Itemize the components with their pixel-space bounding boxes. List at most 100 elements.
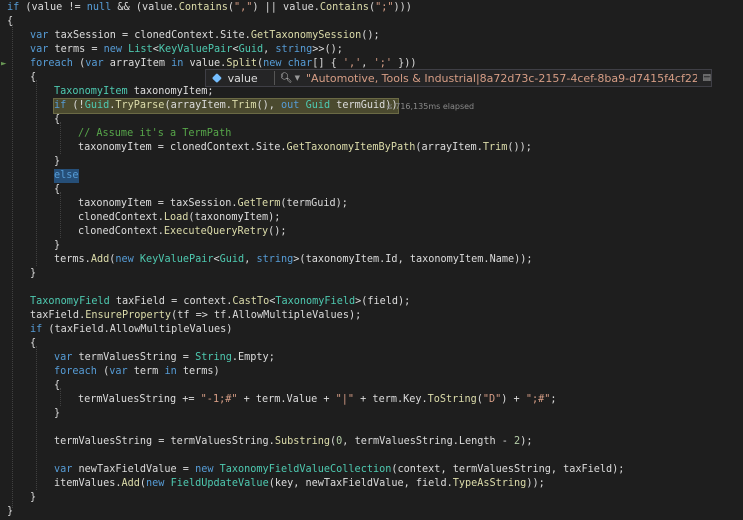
code-token: KeyValuePair [158,44,233,55]
code-text: var newTaxFieldValue = new TaxonomyField… [54,463,624,477]
code-line[interactable]: TaxonomyField taxField = context.CastTo<… [0,295,743,309]
code-token: newTaxFieldValue = [72,464,196,475]
code-line[interactable]: if (taxField.AllowMultipleValues) [0,323,743,337]
code-line[interactable]: clonedContext.ExecuteQueryRetry(); [0,225,743,239]
code-token: new [115,254,134,265]
code-token: , [361,58,374,69]
code-text: var termValuesString = String.Empty; [54,351,275,365]
code-line[interactable]: } [0,155,743,169]
code-line[interactable]: taxonomyItem = taxSession.GetTerm(termGu… [0,197,743,211]
code-token: { [54,114,61,125]
code-token: Add [90,254,110,265]
code-line[interactable]: if (value != null && (value.Contains(","… [0,1,743,15]
code-token: if [30,324,43,335]
code-token: String [195,352,232,363]
code-text: var taxSession = clonedContext.Site.GetT… [30,29,380,43]
code-line[interactable]: { [0,183,743,197]
code-token: Guid [305,100,331,111]
code-line[interactable]: var terms = new List<KeyValuePair<Guid, … [0,43,743,57]
code-token: } [54,408,61,419]
code-token: GetTaxonomyItemByPath [286,142,416,153]
code-line[interactable]: } [0,491,743,505]
debugger-datatip[interactable]: value 🔍︎ ▼ "Automotive, Tools & Industri… [205,69,712,87]
code-token: } [54,156,61,167]
code-text: itemValues.Add(new FieldUpdateValue(key,… [54,477,545,491]
code-token: && (value. [111,2,179,13]
code-token: if [7,2,20,13]
code-token: new [103,44,123,55]
code-token: ( [96,366,110,377]
code-token: ',' [342,58,362,69]
code-token: } [30,492,37,503]
code-token: + term.Key. [354,394,428,405]
code-line[interactable]: { [0,15,743,29]
code-token: })) [391,58,417,69]
code-token: var [30,30,49,41]
code-token: KeyValuePair [139,254,214,265]
code-text: } [54,239,60,253]
code-text: taxonomyItem = clonedContext.Site.GetTax… [78,141,532,155]
code-line[interactable]: termValuesString = termValuesString.Subs… [0,435,743,449]
code-line[interactable]: if (!Guid.TryParse(arrayItem.Trim(), out… [0,98,743,114]
code-line[interactable]: TaxonomyItem taxonomyItem; [0,85,743,99]
code-token: Substring [274,436,331,447]
code-token: .Empty; [231,352,275,363]
code-token: (); [361,30,380,41]
code-text: } [30,491,36,505]
code-token: (tf => tf.AllowMultipleValues); [171,310,362,321]
code-token: // Assume it's a TermPath [78,128,232,139]
code-token: ; [550,394,557,405]
code-line[interactable]: { [0,379,743,393]
magnifier-icon[interactable]: 🔍︎ [280,73,293,84]
code-line[interactable]: { [0,113,743,127]
code-line[interactable]: foreach (var term in terms) [0,365,743,379]
code-line[interactable]: var newTaxFieldValue = new TaxonomyField… [0,463,743,477]
chevron-down-icon[interactable]: ▼ [295,74,300,82]
code-token: value. [183,58,227,69]
code-line[interactable]: // Assume it's a TermPath [0,127,743,141]
code-line[interactable]: } [0,505,743,519]
code-text: if (taxField.AllowMultipleValues) [30,323,232,337]
code-text: if (value != null && (value.Contains(","… [7,1,412,15]
code-token: null [86,2,112,13]
code-token: new [263,58,282,69]
pin-icon[interactable]: ▤ [703,73,712,83]
code-token: EnsureProperty [85,310,172,321]
code-line[interactable]: taxField.EnsureProperty(tf => tf.AllowMu… [0,309,743,323]
code-token: (); [268,226,287,237]
code-token: taxonomyItem = clonedContext.Site. [78,142,287,153]
code-token: ); [520,436,533,447]
code-line[interactable]: { [0,337,743,351]
code-token: in [171,58,184,69]
code-text: termValuesString = termValuesString.Subs… [54,435,532,449]
code-text: taxonomyItem = taxSession.GetTerm(termGu… [78,197,348,211]
code-token: ()); [507,142,532,153]
code-line[interactable]: } [0,239,743,253]
code-token: "|" [335,394,355,405]
code-token: Contains [319,2,369,13]
code-line[interactable]: itemValues.Add(new FieldUpdateValue(key,… [0,477,743,491]
code-line[interactable]: termValuesString += "-1;#" + term.Value … [0,393,743,407]
perf-tip-elapsed[interactable]: ≤ 716,135ms elapsed [386,101,474,113]
code-line[interactable]: } [0,407,743,421]
code-line[interactable]: else [0,169,743,183]
code-token: FieldUpdateValue [170,478,269,489]
code-line[interactable]: terms.Add(new KeyValuePair<Guid, string>… [0,253,743,267]
datatip-value[interactable]: "Automotive, Tools & Industrial|8a72d73c… [306,72,697,85]
code-token: { [54,184,61,195]
code-line[interactable]: taxonomyItem = clonedContext.Site.GetTax… [0,141,743,155]
code-line[interactable]: clonedContext.Load(taxonomyItem); [0,211,743,225]
code-token: (arrayItem. [164,100,232,111]
code-token: ) + [501,394,526,405]
code-token: { [30,72,37,83]
code-text: clonedContext.Load(taxonomyItem); [78,211,280,225]
code-token: termValuesString = [72,352,196,363]
code-line[interactable]: } [0,267,743,281]
code-token: out [281,100,300,111]
code-line[interactable]: var taxSession = clonedContext.Site.GetT… [0,29,743,43]
code-token: (context, termValuesString, taxField); [391,464,625,475]
code-token: ))) [393,2,412,13]
code-line[interactable]: var termValuesString = String.Empty; [0,351,743,365]
datatip-divider [273,71,275,85]
code-text: TaxonomyItem taxonomyItem; [54,85,213,99]
